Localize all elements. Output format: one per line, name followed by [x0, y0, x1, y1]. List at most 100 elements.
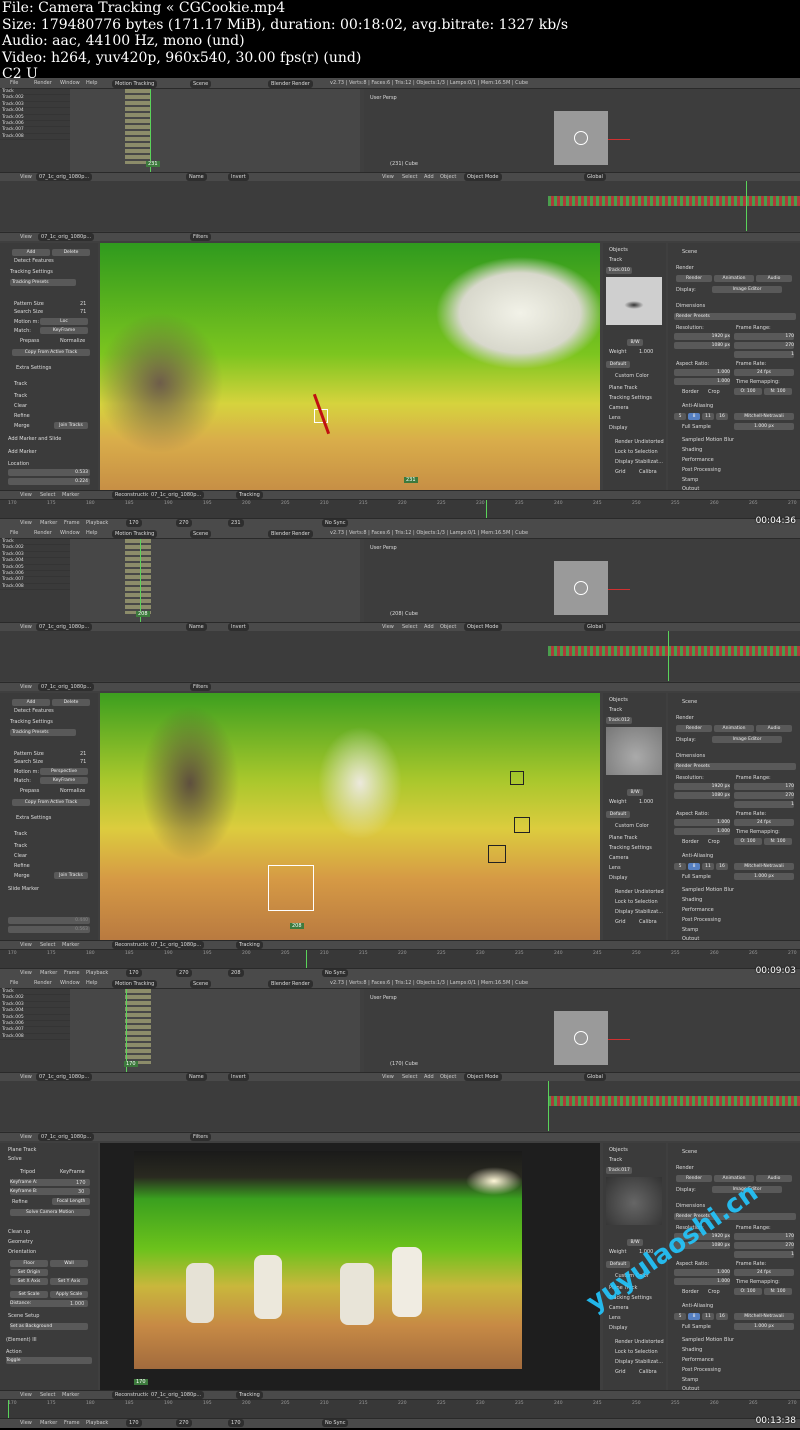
- filter-selector[interactable]: Mitchell-Netravali: [734, 413, 794, 420]
- slide-marker-label[interactable]: Slide Marker: [8, 886, 39, 892]
- current-frame-field[interactable]: 170: [228, 1419, 244, 1427]
- render-section[interactable]: Render: [676, 1165, 694, 1171]
- fps-selector[interactable]: 24 fps: [734, 369, 794, 376]
- motion-blur-section[interactable]: Sampled Motion Blur: [682, 437, 734, 443]
- aspect-y[interactable]: 1.000: [674, 828, 730, 835]
- resolution-x[interactable]: 1920 px: [674, 783, 730, 790]
- performance-section[interactable]: Performance: [682, 457, 714, 463]
- bw-button[interactable]: B/W: [627, 339, 643, 346]
- apply-scale-button[interactable]: Apply Scale: [50, 1291, 88, 1298]
- aa-11[interactable]: 11: [702, 863, 714, 870]
- calibration-checkbox[interactable]: Calibra: [639, 919, 657, 925]
- border-checkbox[interactable]: Border: [682, 839, 699, 845]
- delete-button[interactable]: Delete: [52, 699, 90, 706]
- view-menu[interactable]: View: [20, 970, 32, 976]
- clip-menu[interactable]: Marker: [62, 492, 79, 498]
- action-selector[interactable]: Toggle: [6, 1357, 92, 1364]
- grid-checkbox[interactable]: Grid: [615, 469, 626, 475]
- track-row[interactable]: Track.008: [0, 1034, 70, 1041]
- aa-16[interactable]: 16: [716, 1313, 728, 1320]
- objects-label[interactable]: Objects: [609, 247, 628, 253]
- invert-button[interactable]: Invert: [228, 623, 249, 631]
- track-row[interactable]: Track.008: [0, 134, 70, 141]
- solve-camera-button[interactable]: Solve Camera Motion: [10, 1209, 90, 1216]
- view-menu[interactable]: View: [20, 684, 32, 690]
- 3d-viewport[interactable]: User Persp (170) Cube: [364, 989, 800, 1072]
- set-background-button[interactable]: Set as Background: [10, 1323, 88, 1330]
- object-menu[interactable]: Object: [440, 174, 456, 180]
- tracking-marker[interactable]: [268, 865, 314, 911]
- view-menu-3d[interactable]: View: [382, 1074, 394, 1080]
- menu-window[interactable]: Window: [60, 530, 80, 536]
- anti-aliasing-section[interactable]: Anti-Aliasing: [682, 1303, 713, 1309]
- full-sample-checkbox[interactable]: Full Sample: [682, 424, 711, 430]
- menu-render[interactable]: Render: [34, 80, 52, 86]
- post-processing-section[interactable]: Post Processing: [682, 917, 721, 923]
- tracking-selector[interactable]: Tracking: [236, 491, 263, 499]
- aa-16[interactable]: 16: [716, 863, 728, 870]
- lens-panel[interactable]: Lens: [609, 865, 621, 871]
- remap-new[interactable]: N: 100: [764, 838, 792, 845]
- track-row[interactable]: Track.008: [0, 584, 70, 591]
- detect-features[interactable]: Detect Features: [14, 258, 54, 264]
- filter-size[interactable]: 1.000 px: [734, 1323, 794, 1330]
- weight-value[interactable]: 1.000: [639, 349, 653, 355]
- clip-selector[interactable]: 07_1c_orig_1080p...: [36, 173, 93, 181]
- graph-timeline[interactable]: [0, 631, 800, 681]
- add-marker-slide[interactable]: Add Marker and Slide: [8, 436, 61, 442]
- menu-render[interactable]: Render: [34, 980, 52, 986]
- object-menu[interactable]: Object: [440, 1074, 456, 1080]
- remap-new[interactable]: N: 100: [764, 1288, 792, 1295]
- presets-selector[interactable]: Tracking Presets: [10, 279, 76, 286]
- extra-settings[interactable]: Extra Settings: [16, 815, 51, 821]
- motion-blur-section[interactable]: Sampled Motion Blur: [682, 887, 734, 893]
- focal-length-selector[interactable]: Focal Length: [52, 1198, 90, 1205]
- delete-button[interactable]: Delete: [52, 249, 90, 256]
- plane-track-panel[interactable]: Plane Track: [609, 835, 637, 841]
- cleanup-section[interactable]: Clean up: [8, 1229, 30, 1235]
- prepass-checkbox[interactable]: Prepass: [20, 338, 39, 344]
- marker-menu[interactable]: Marker: [40, 1420, 57, 1426]
- clip-selector[interactable]: 07_1c_orig_1080p...: [36, 623, 93, 631]
- motion-selector[interactable]: Perspective: [40, 768, 88, 775]
- bw-button[interactable]: B/W: [627, 789, 643, 796]
- cube-object[interactable]: [554, 1011, 608, 1065]
- lock-to-selection[interactable]: Lock to Selection: [615, 1349, 658, 1355]
- track-marker[interactable]: [488, 845, 506, 863]
- objects-label[interactable]: Objects: [609, 697, 628, 703]
- select-menu[interactable]: Select: [40, 492, 55, 498]
- resolution-x[interactable]: 1920 px: [674, 333, 730, 340]
- match-selector[interactable]: KeyFrame: [40, 327, 88, 334]
- crop-checkbox[interactable]: Crop: [708, 389, 720, 395]
- view-menu[interactable]: View: [20, 624, 32, 630]
- engine-selector[interactable]: Blender Render: [268, 80, 313, 88]
- name-filter[interactable]: Name: [186, 1073, 207, 1081]
- display-stabilization[interactable]: Display Stabilizat...: [615, 909, 663, 915]
- aspect-x[interactable]: 1.000: [674, 369, 730, 376]
- tracking-settings-label[interactable]: Tracking Settings: [10, 269, 53, 275]
- shading-section[interactable]: Shading: [682, 447, 702, 453]
- clip-selector[interactable]: 07_1c_orig_1080p...: [36, 1073, 93, 1081]
- menu-render[interactable]: Render: [34, 530, 52, 536]
- stamp-section[interactable]: Stamp: [682, 477, 698, 483]
- join-tracks-button[interactable]: Join Tracks: [54, 422, 88, 429]
- remap-old[interactable]: O: 100: [734, 838, 762, 845]
- stamp-section[interactable]: Stamp: [682, 1377, 698, 1383]
- clip-selector[interactable]: 07_1c_orig_1080p...: [38, 1133, 95, 1141]
- custom-color[interactable]: Custom Color: [615, 373, 649, 379]
- render-section[interactable]: Render: [676, 265, 694, 271]
- display-panel[interactable]: Display: [609, 875, 627, 881]
- render-undistorted[interactable]: Render Undistorted: [615, 1339, 664, 1345]
- start-field[interactable]: 170: [126, 969, 142, 977]
- search-size-value[interactable]: 71: [80, 759, 86, 765]
- plane-track-section[interactable]: Plane Track: [8, 1147, 36, 1153]
- add-marker-button[interactable]: Add: [12, 699, 50, 706]
- filter-selector[interactable]: Mitchell-Netravali: [734, 1313, 794, 1320]
- location-y[interactable]: 0.224: [8, 478, 90, 485]
- view-menu-3d[interactable]: View: [382, 624, 394, 630]
- shading-section[interactable]: Shading: [682, 1347, 702, 1353]
- current-frame-field[interactable]: 231: [228, 519, 244, 527]
- scene-selector[interactable]: Scene: [190, 80, 212, 88]
- location-x[interactable]: 0.440: [8, 917, 90, 924]
- view-menu[interactable]: View: [20, 234, 32, 240]
